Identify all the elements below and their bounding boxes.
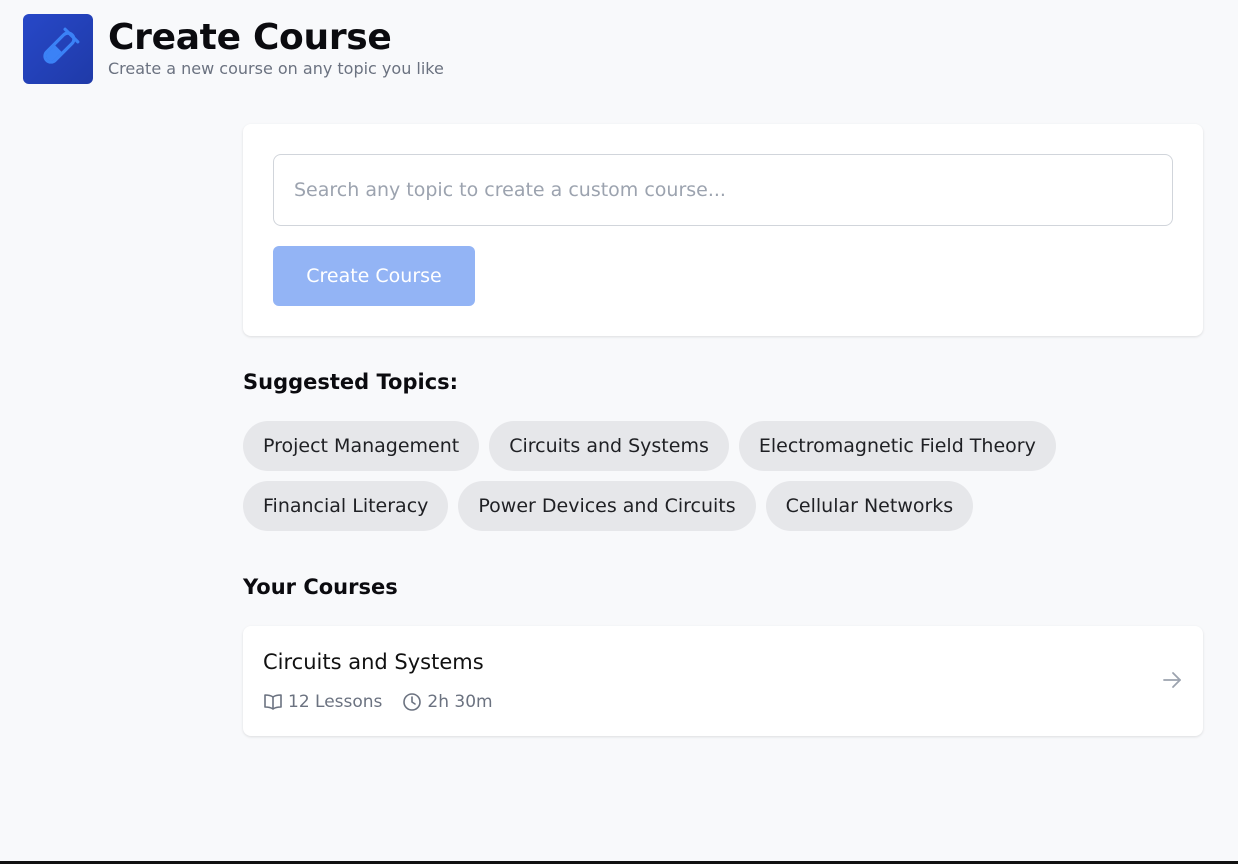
page-title: Create Course xyxy=(108,17,392,58)
create-course-page: Create Course Create a new course on any… xyxy=(0,0,1238,864)
book-open-icon xyxy=(263,693,283,711)
page-subtitle: Create a new course on any topic you lik… xyxy=(108,59,444,78)
topic-chip-power-devices-and-circuits[interactable]: Power Devices and Circuits xyxy=(458,481,756,531)
page-header: Create Course Create a new course on any… xyxy=(23,14,444,84)
lessons-count: 12 Lessons xyxy=(263,692,382,712)
topic-chip-cellular-networks[interactable]: Cellular Networks xyxy=(765,481,974,531)
arrow-right-icon[interactable] xyxy=(1161,669,1183,691)
create-course-card: Create Course xyxy=(243,124,1203,336)
course-card[interactable]: Circuits and Systems 12 Lessons 2h 30m xyxy=(243,626,1203,736)
topic-chip-circuits-and-systems[interactable]: Circuits and Systems xyxy=(489,421,729,471)
suggested-topics-list: Project Management Circuits and Systems … xyxy=(243,421,1143,531)
duration-label: 2h 30m xyxy=(427,692,493,712)
create-course-button[interactable]: Create Course xyxy=(273,246,475,306)
clock-icon xyxy=(402,692,422,712)
course-title: Circuits and Systems xyxy=(263,650,484,674)
your-courses-title: Your Courses xyxy=(243,575,398,599)
course-meta: 12 Lessons 2h 30m xyxy=(263,692,493,712)
topic-chip-financial-literacy[interactable]: Financial Literacy xyxy=(243,481,449,531)
lessons-label: 12 Lessons xyxy=(288,692,383,712)
topic-chip-electromagnetic-field-theory[interactable]: Electromagnetic Field Theory xyxy=(738,421,1056,471)
topic-search-input[interactable] xyxy=(273,154,1173,226)
suggested-topics-title: Suggested Topics: xyxy=(243,370,459,394)
topic-chip-project-management[interactable]: Project Management xyxy=(243,421,480,471)
course-duration: 2h 30m xyxy=(402,692,493,712)
header-text: Create Course Create a new course on any… xyxy=(108,14,444,79)
test-tube-icon xyxy=(23,14,93,84)
